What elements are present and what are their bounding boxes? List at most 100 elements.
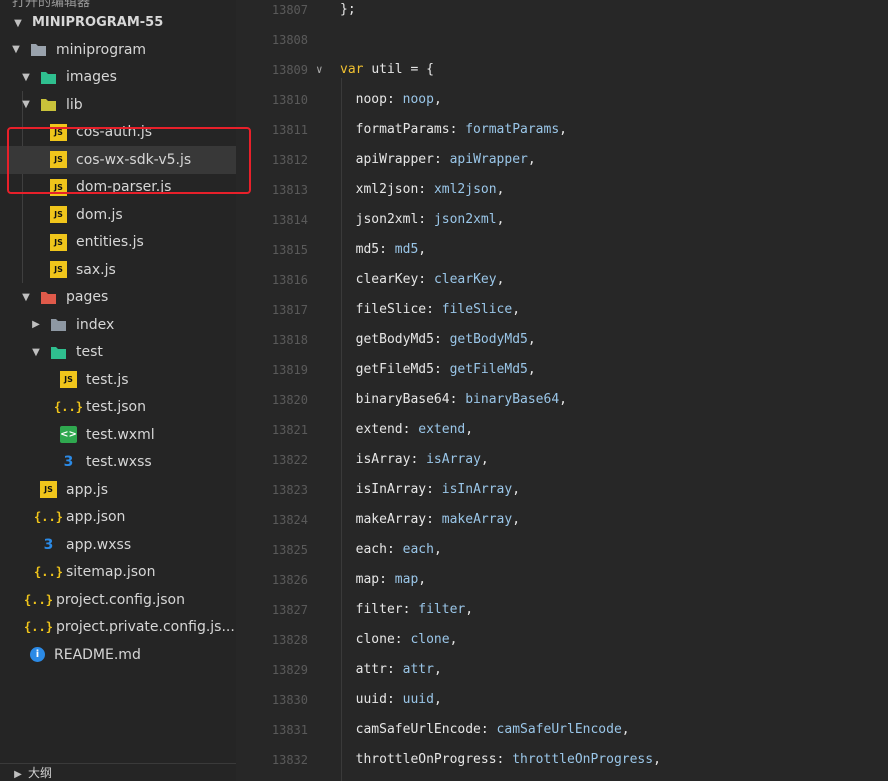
tree-item[interactable]: ▼JScos-wx-sdk-v5.js	[0, 146, 236, 174]
code-line[interactable]: 13832 throttleOnProgress: throttleOnProg…	[236, 750, 888, 780]
code-text: makeArray: makeArray,	[340, 510, 520, 530]
code-line[interactable]: 13823 isInArray: isInArray,	[236, 480, 888, 510]
code-token: formatParams	[355, 122, 450, 137]
code-line[interactable]: 13811 formatParams: formatParams,	[236, 120, 888, 150]
file-tree: ▼ miniprogram ▼ images ▼ lib ▼ JS cos-auth.js ▼ JS…	[0, 36, 236, 669]
line-number: 13832	[271, 753, 308, 767]
code-line[interactable]: 13816 clearKey: clearKey,	[236, 270, 888, 300]
code-token: ,	[527, 152, 536, 167]
outline-panel-header[interactable]: ▶ 大纲	[0, 763, 236, 781]
tree-item[interactable]: ▼JSapp.js	[0, 476, 236, 504]
tree-item[interactable]: ▼{..}sitemap.json	[0, 559, 236, 587]
tree-item[interactable]: ▼ test	[0, 339, 236, 367]
line-number: 13810	[271, 93, 308, 107]
open-editors-header[interactable]: 打开的编辑器	[12, 0, 90, 10]
chevron-right-icon: ▶	[32, 319, 40, 331]
line-number: 13822	[271, 453, 308, 467]
js-file-icon: JS	[50, 123, 67, 141]
line-number: 13815	[271, 243, 308, 257]
tree-item[interactable]: ▶ index	[0, 311, 236, 339]
code-line[interactable]: 13824 makeArray: makeArray,	[236, 510, 888, 540]
line-number: 13807	[271, 3, 308, 17]
tree-item[interactable]: ▼ miniprogram	[0, 36, 236, 64]
tree-item[interactable]: ▼iREADME.md	[0, 641, 236, 669]
explorer-sidebar: 打开的编辑器 ▼ MINIPROGRAM-55 ▼ miniprogram ▼ imag…	[0, 0, 236, 781]
tree-item[interactable]: ▼ images	[0, 64, 236, 92]
code-line[interactable]: 13817 fileSlice: fileSlice,	[236, 300, 888, 330]
tree-item[interactable]: ▼JSentities.js	[0, 229, 236, 257]
code-token: apiWrapper	[355, 152, 434, 167]
code-token: ,	[433, 542, 442, 557]
code-line[interactable]: 13820 binaryBase64: binaryBase64,	[236, 390, 888, 420]
line-number: 13823	[271, 483, 308, 497]
code-text: throttleOnProgress: throttleOnProgress,	[340, 750, 661, 770]
code-token: :	[496, 752, 513, 767]
code-text: attr: attr,	[340, 660, 442, 680]
code-text: isInArray: isInArray,	[340, 480, 520, 500]
tree-item[interactable]: ▼{..}test.json	[0, 394, 236, 422]
code-line[interactable]: 13810 noop: noop,	[236, 90, 888, 120]
code-line[interactable]: 13825 each: each,	[236, 540, 888, 570]
tree-item[interactable]: ▼ lib	[0, 91, 236, 119]
tree-item[interactable]: ▼{..}project.config.json	[0, 586, 236, 614]
tree-item[interactable]: ▼JSdom-parser.js	[0, 174, 236, 202]
code-token: xml2json	[355, 182, 419, 197]
code-line[interactable]: 13830 uuid: uuid,	[236, 690, 888, 720]
code-token: makeArray	[355, 512, 427, 527]
tree-item[interactable]: ▼<>test.wxml	[0, 421, 236, 449]
code-line[interactable]: 13826 map: map,	[236, 570, 888, 600]
json-file-icon: {..}	[24, 620, 53, 635]
tree-item[interactable]: ▼JSsax.js	[0, 256, 236, 284]
line-number: 13827	[271, 603, 308, 617]
code-line[interactable]: 13819 getFileMd5: getFileMd5,	[236, 360, 888, 390]
code-token: isArray	[426, 452, 481, 467]
code-line[interactable]: 13822 isArray: isArray,	[236, 450, 888, 480]
code-token: :	[449, 122, 466, 137]
code-line[interactable]: 13829 attr: attr,	[236, 660, 888, 690]
line-number: 13816	[271, 273, 308, 287]
line-number: 13828	[271, 633, 308, 647]
tree-item-label: project.config.json	[56, 591, 185, 608]
code-line[interactable]: 13813 xml2json: xml2json,	[236, 180, 888, 210]
code-token: md5	[355, 242, 380, 257]
code-line[interactable]: 13831 camSafeUrlEncode: camSafeUrlEncode…	[236, 720, 888, 750]
workspace-title: MINIPROGRAM-55	[32, 15, 164, 30]
tree-item[interactable]: ▼JScos-auth.js	[0, 119, 236, 147]
code-line[interactable]: 13809 ∨ var util = {	[236, 60, 888, 90]
code-line[interactable]: 13815 md5: md5,	[236, 240, 888, 270]
code-line[interactable]: 13818 getBodyMd5: getBodyMd5,	[236, 330, 888, 360]
code-token: ,	[418, 572, 427, 587]
code-line[interactable]: 13807};	[236, 0, 888, 30]
tree-item-label: dom-parser.js	[76, 179, 172, 196]
tree-item[interactable]: ▼3test.wxss	[0, 449, 236, 477]
code-text: clone: clone,	[340, 630, 458, 650]
tree-item[interactable]: ▼{..}app.json	[0, 504, 236, 532]
code-token: binaryBase64	[355, 392, 450, 407]
code-line[interactable]: 13808	[236, 30, 888, 60]
code-line[interactable]: 13814 json2xml: json2xml,	[236, 210, 888, 240]
code-line[interactable]: 13828 clone: clone,	[236, 630, 888, 660]
tree-item-label: app.wxss	[66, 536, 132, 553]
code-line[interactable]: 13827 filter: filter,	[236, 600, 888, 630]
code-token: :	[426, 482, 442, 497]
tree-item[interactable]: ▼3app.wxss	[0, 531, 236, 559]
tree-item[interactable]: ▼JSdom.js	[0, 201, 236, 229]
code-line[interactable]: 13812 apiWrapper: apiWrapper,	[236, 150, 888, 180]
code-token: :	[418, 212, 434, 227]
code-token: ,	[449, 632, 458, 647]
code-token: filter	[355, 602, 403, 617]
workspace-header[interactable]: ▼ MINIPROGRAM-55	[12, 12, 163, 34]
tree-item-label: cos-wx-sdk-v5.js	[76, 151, 192, 168]
code-token: :	[418, 182, 434, 197]
code-token: ,	[496, 182, 505, 197]
code-line[interactable]: 13821 extend: extend,	[236, 420, 888, 450]
line-number: 13811	[271, 123, 308, 137]
tree-item[interactable]: ▼ pages	[0, 284, 236, 312]
fold-chevron-icon[interactable]: ∨	[316, 60, 323, 80]
tree-item[interactable]: ▼JStest.js	[0, 366, 236, 394]
tree-item[interactable]: ▼{..}project.private.config.js...	[0, 614, 236, 642]
code-token: ,	[527, 332, 536, 347]
line-number: 13820	[271, 393, 308, 407]
code-editor[interactable]: 13807}; 13808 13809 ∨ var util = {13810 noop…	[236, 0, 888, 781]
code-text: uuid: uuid,	[340, 690, 442, 710]
